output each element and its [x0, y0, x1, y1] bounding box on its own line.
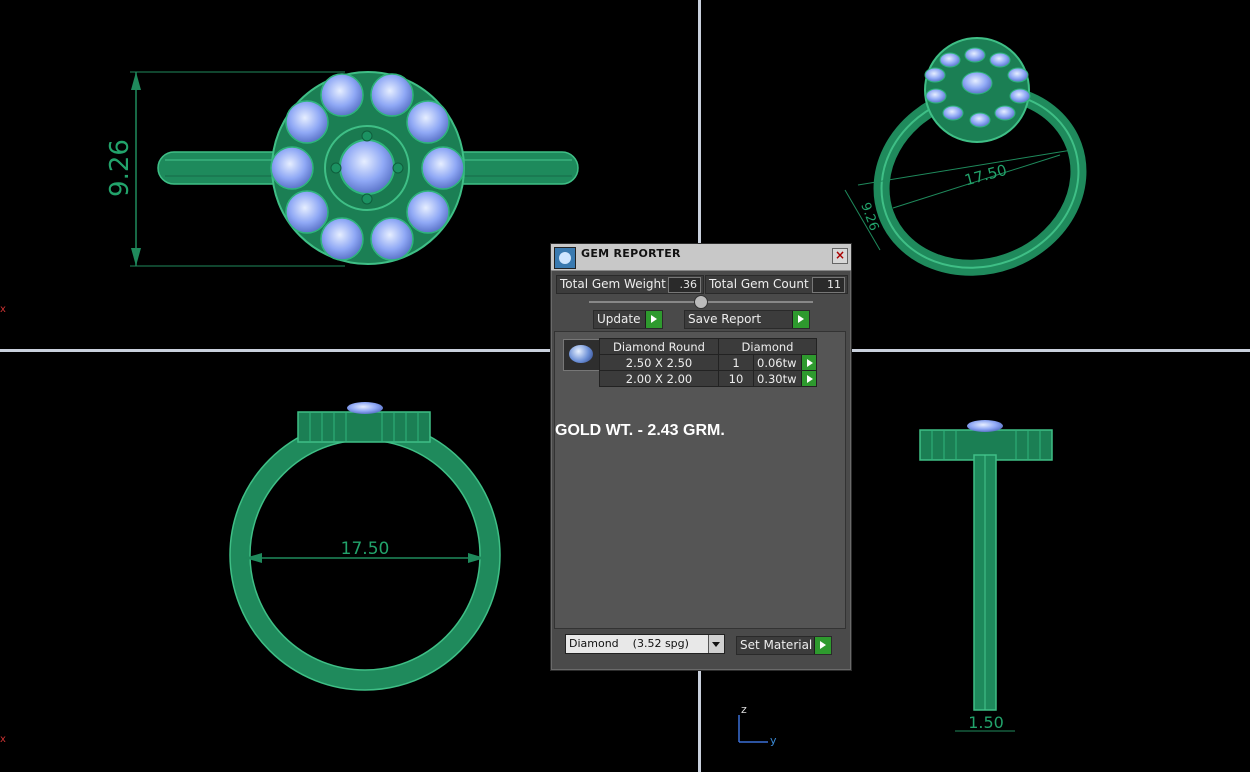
gem-size-cell: 2.00 X 2.00 — [599, 370, 719, 387]
gold-weight-note: GOLD WT. - 2.43 GRM. — [555, 422, 725, 439]
slider-knob[interactable] — [694, 295, 708, 309]
ring-side-view[interactable]: 1.50 — [919, 420, 1053, 732]
ring-front-view[interactable]: 17.50 — [229, 402, 501, 691]
gem-reporter-title: GEM REPORTER — [581, 247, 681, 260]
save-report-button-label: Save Report — [688, 312, 762, 326]
total-gem-weight-field: Total Gem Weight .36 — [556, 275, 704, 294]
save-report-button[interactable]: Save Report — [684, 310, 810, 329]
play-arrow-icon[interactable] — [801, 355, 816, 370]
gem-count-cell: 1 — [718, 354, 754, 371]
update-button[interactable]: Update — [593, 310, 663, 329]
gem-report-area: Diamond Round Diamond 2.50 X 2.50 1 0.06… — [554, 331, 846, 629]
gem-weight-cell: 0.30tw — [753, 370, 817, 387]
set-material-button-label: Set Material — [740, 638, 813, 652]
table-row[interactable]: 2.00 X 2.00 10 0.30tw — [599, 370, 817, 387]
gem-table-header-material: Diamond — [718, 338, 817, 355]
height-dimension-label: 9.26 — [105, 139, 135, 197]
ring-diameter-label-front: 17.50 — [341, 539, 390, 559]
gem-weight-cell: 0.06tw — [753, 354, 817, 371]
total-gem-weight-label: Total Gem Weight — [560, 277, 666, 291]
material-select[interactable]: Diamond (3.52 spg) — [565, 634, 725, 654]
gem-count-cell: 10 — [718, 370, 754, 387]
total-gem-weight-value[interactable]: .36 — [668, 277, 701, 293]
diamond-gem-icon — [563, 339, 601, 371]
gem-reporter-titlebar[interactable]: GEM REPORTER × — [551, 244, 851, 271]
ring-diameter-label-perspective: 17.50 — [963, 161, 1009, 190]
play-arrow-icon[interactable] — [792, 311, 809, 328]
gem-table: Diamond Round Diamond 2.50 X 2.50 1 0.06… — [599, 338, 817, 387]
gem-weight-value: 0.06tw — [757, 355, 797, 370]
axis-y-label: y — [770, 734, 777, 747]
gem-reporter-app-icon — [554, 247, 576, 269]
chevron-down-icon[interactable] — [708, 635, 724, 653]
axis-gizmo: z y — [738, 703, 777, 747]
total-gem-count-field: Total Gem Count 11 — [705, 275, 848, 294]
ring-top-view[interactable]: 9.26 — [105, 71, 579, 267]
play-arrow-icon[interactable] — [645, 311, 662, 328]
total-gem-count-label: Total Gem Count — [709, 277, 809, 291]
gem-size-cell: 2.50 X 2.50 — [599, 354, 719, 371]
axis-z-label: z — [741, 703, 747, 716]
play-arrow-icon[interactable] — [801, 371, 816, 386]
close-icon[interactable]: × — [832, 248, 848, 264]
gem-weight-value: 0.30tw — [757, 371, 797, 386]
total-gem-count-value[interactable]: 11 — [812, 277, 845, 293]
band-width-label: 1.50 — [968, 713, 1004, 732]
table-row[interactable]: 2.50 X 2.50 1 0.06tw — [599, 354, 817, 371]
ring-perspective-view[interactable]: 17.50 9.26 — [844, 37, 1103, 295]
material-select-value: Diamond (3.52 spg) — [569, 637, 689, 650]
play-arrow-icon[interactable] — [814, 637, 831, 654]
update-button-label: Update — [597, 312, 641, 326]
gem-table-header-shape: Diamond Round — [599, 338, 719, 355]
gem-reporter-panel[interactable]: GEM REPORTER × Total Gem Weight .36 Tota… — [550, 243, 852, 671]
set-material-button[interactable]: Set Material — [736, 636, 832, 655]
